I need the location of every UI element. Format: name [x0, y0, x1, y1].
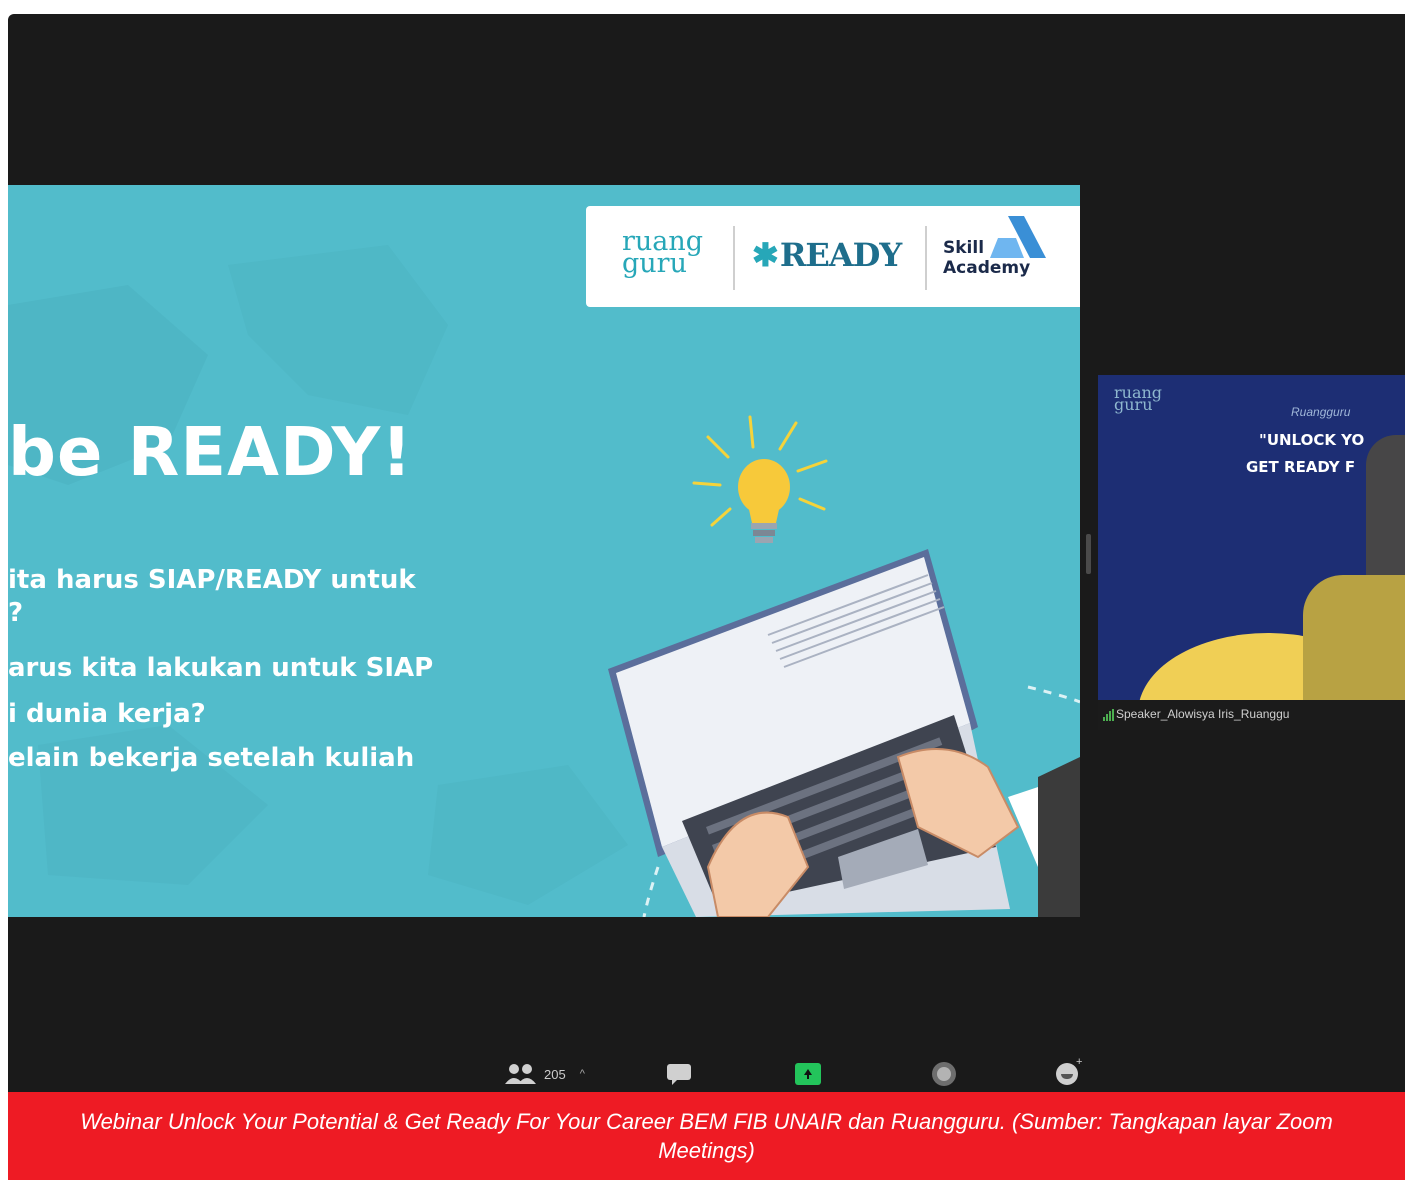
share-screen-icon [795, 1063, 821, 1085]
image-caption: Webinar Unlock Your Potential & Get Read… [8, 1092, 1405, 1180]
record-button[interactable] [932, 1060, 956, 1088]
slide-bullet: i dunia kerja? [8, 699, 206, 729]
participants-icon [505, 1064, 536, 1084]
speaker-name: Speaker_Alowisya Iris_Ruanggu [1116, 707, 1290, 721]
chat-button[interactable] [666, 1060, 692, 1088]
ready-logo: ✱READY [752, 236, 902, 274]
chevron-up-icon[interactable]: ^ [580, 1068, 585, 1080]
reactions-icon [1056, 1063, 1078, 1085]
signal-strength-icon [1103, 709, 1114, 721]
tile-title-line: "UNLOCK YO [1259, 431, 1365, 449]
slide-bullet: elain bekerja setelah kuliah [8, 743, 415, 773]
slide-bullet: arus kita lakukan untuk SIAP [8, 653, 434, 683]
meeting-toolbar: 205 ^ + [8, 1054, 1405, 1092]
slide-bullet: ita harus SIAP/READY untuk [8, 565, 416, 595]
slide-bullet: ? [8, 598, 24, 628]
speaker-video-tile[interactable]: ruang guru Ruangguru "UNLOCK YO GET READ… [1098, 375, 1405, 730]
speaker-name-bar: Speaker_Alowisya Iris_Ruanggu [1098, 700, 1405, 730]
ruangguru-logo: ruang guru [1114, 383, 1163, 414]
participants-count: 205 [544, 1066, 566, 1082]
tile-title-line: GET READY F [1246, 458, 1356, 476]
zoom-meeting-window: ruang guru ✱READY Skill Academy be READY… [8, 14, 1405, 1092]
chat-icon [667, 1064, 691, 1085]
tile-organizer-text: Ruangguru [1291, 405, 1351, 419]
laptop-illustration [608, 415, 1080, 917]
plus-icon: + [1076, 1056, 1083, 1068]
panel-resize-handle[interactable] [1086, 534, 1091, 574]
record-icon [932, 1062, 956, 1086]
ruangguru-logo: ruang guru [622, 226, 704, 279]
slide-headline: be READY! [8, 413, 413, 491]
reactions-button[interactable]: + [1056, 1056, 1082, 1088]
shared-screen-slide: ruang guru ✱READY Skill Academy be READY… [8, 185, 1080, 917]
partner-logos-bar: ruang guru ✱READY Skill Academy [586, 206, 1080, 307]
share-screen-button[interactable] [795, 1060, 821, 1088]
logo-divider [733, 226, 735, 290]
participants-button[interactable]: 205 ^ [504, 1060, 585, 1088]
skill-academy-mark-icon [990, 216, 1046, 258]
logo-divider [925, 226, 927, 290]
runner-icon: ✱ [752, 236, 779, 274]
